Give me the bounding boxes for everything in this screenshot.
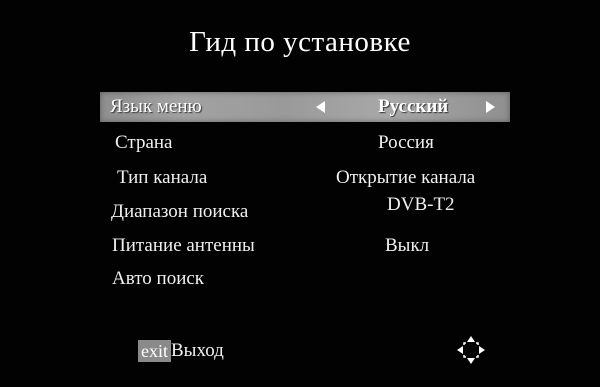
menu-item-channel-type[interactable]: Тип канала Открытие канала: [100, 163, 510, 193]
exit-label: Выход: [171, 340, 224, 361]
menu-item-auto-search[interactable]: Авто поиск: [100, 264, 510, 294]
menu-item-value: Россия: [378, 132, 434, 153]
menu-item-antenna-power[interactable]: Питание антенны Выкл: [100, 231, 510, 261]
menu-item-label: Язык меню: [110, 96, 202, 117]
menu-item-menu-language[interactable]: Язык меню Русский: [100, 92, 510, 122]
exit-hint[interactable]: exit Выход: [138, 340, 224, 362]
navigation-arrows-icon: [457, 336, 485, 364]
exit-key-badge: exit: [138, 340, 171, 362]
arrow-right-icon[interactable]: [486, 101, 495, 113]
menu-item-label: Питание антенны: [112, 235, 255, 256]
menu-item-country[interactable]: Страна Россия: [100, 128, 510, 158]
setup-guide-screen: Гид по установке Язык меню Русский Стран…: [0, 0, 600, 387]
menu-item-value: Открытие канала: [336, 167, 476, 188]
menu-item-value: Русский: [378, 96, 449, 117]
menu-item-label: Тип канала: [117, 167, 208, 188]
menu-item-value: Выкл: [385, 235, 430, 256]
menu-item-value: DVB-T2: [387, 194, 455, 215]
menu-item-label: Страна: [115, 132, 173, 153]
menu-item-label: Авто поиск: [112, 268, 205, 289]
menu-item-label: Диапазон поиска: [111, 201, 249, 222]
arrow-left-icon[interactable]: [316, 101, 325, 113]
menu-item-search-range[interactable]: Диапазон поиска DVB-T2: [100, 194, 510, 227]
page-title: Гид по установке: [189, 26, 411, 58]
